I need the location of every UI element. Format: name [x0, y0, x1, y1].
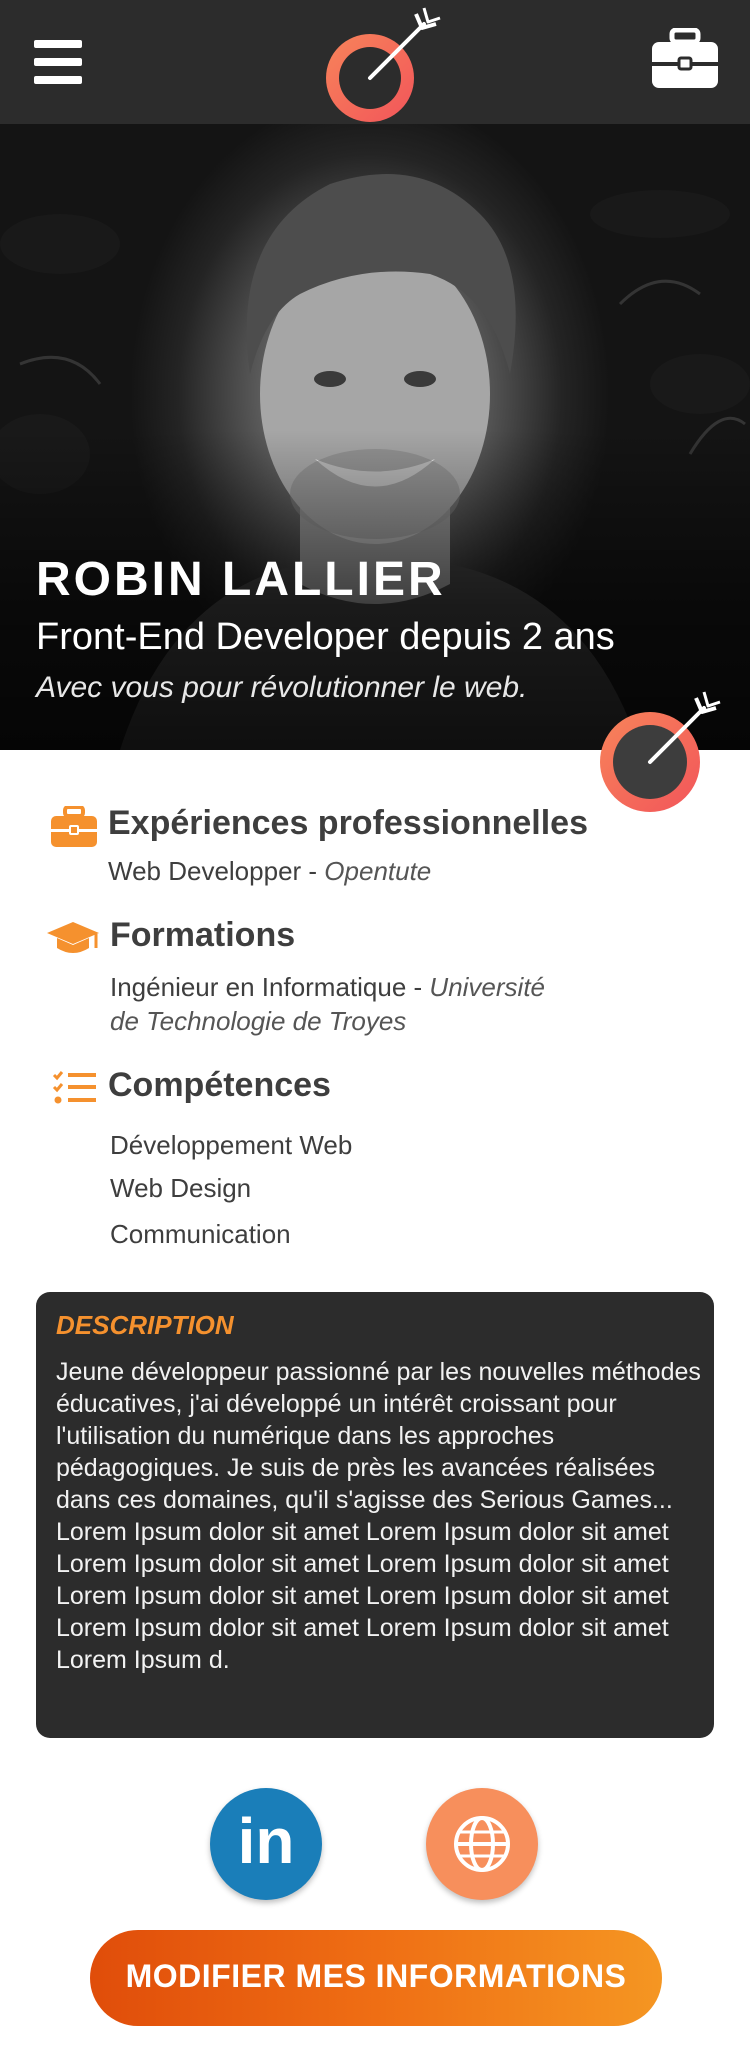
website-button[interactable] — [426, 1788, 538, 1900]
description-title: DESCRIPTION — [56, 1310, 234, 1340]
profile-name: ROBIN LALLIER — [36, 553, 446, 606]
profile-tagline: Avec vous pour révolutionner le web. — [36, 671, 528, 704]
experience-entry: Web Developper - Opentute — [108, 856, 431, 887]
education-school-line1: Université — [429, 972, 546, 1002]
globe-icon — [454, 1816, 510, 1872]
experience-job: Web Developper - — [108, 856, 325, 886]
education-degree: Ingénieur en Informatique - — [110, 972, 430, 1002]
education-school-line2: de Technologie de Troyes — [110, 1006, 407, 1036]
edit-profile-button[interactable]: MODIFIER MES INFORMATIONS — [90, 1930, 662, 2026]
education-entry: Ingénieur en Informatique - Université — [110, 972, 545, 1003]
edit-profile-label: MODIFIER MES INFORMATIONS — [125, 1958, 627, 1994]
skill-item: Développement Web — [110, 1130, 353, 1160]
description-card: DESCRIPTION Jeune développeur passionné … — [36, 1292, 714, 1738]
skill-item: Web Design — [110, 1173, 252, 1203]
profile-role: Front-End Developer depuis 2 ans — [36, 616, 615, 658]
profile-hero: ROBIN LALLIER Front-End Developer depuis… — [0, 124, 750, 750]
skills-title: Compétences — [108, 1066, 331, 1104]
experience-company: Opentute — [324, 856, 432, 886]
target-arrow-logo-icon[interactable] — [312, 4, 442, 134]
briefcase-icon[interactable] — [650, 28, 720, 90]
top-bar — [0, 0, 750, 124]
experience-title: Expériences professionnelles — [108, 804, 588, 842]
graduation-cap-icon — [47, 922, 99, 953]
target-arrow-badge-icon — [600, 691, 721, 812]
description-text: Jeune développeur passionné par les nouv… — [56, 1358, 701, 1674]
education-title: Formations — [110, 916, 296, 954]
linkedin-button[interactable]: in — [210, 1788, 322, 1900]
skill-item: Communication — [110, 1219, 291, 1249]
checklist-icon — [52, 1071, 96, 1104]
briefcase-icon — [51, 806, 97, 847]
hamburger-menu-icon[interactable] — [34, 40, 82, 84]
linkedin-icon: in — [237, 1805, 295, 1877]
